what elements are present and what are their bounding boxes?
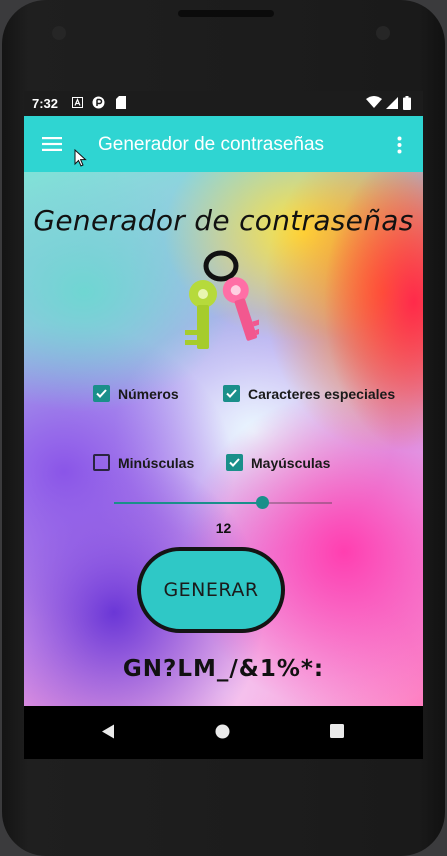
recents-icon[interactable] [330, 724, 344, 738]
device-screen: 7:32 Generador de contraseñas Generador … [24, 91, 423, 759]
sensor-dot [52, 26, 66, 40]
label-caracteres-especiales: Caracteres especiales [248, 386, 396, 402]
main-content: Generador de contraseñas Números Caracte… [24, 172, 423, 706]
more-vert-icon[interactable] [397, 136, 402, 154]
battery-icon [403, 96, 411, 110]
speaker-grille [178, 10, 274, 17]
back-icon[interactable] [101, 724, 115, 739]
p-notification-icon [92, 96, 105, 109]
signal-icon [386, 97, 398, 109]
label-minusculas: Minúsculas [118, 455, 195, 471]
checkmark-icon [229, 458, 240, 467]
length-slider-fill [114, 502, 263, 504]
navigation-bar [24, 706, 423, 759]
app-bar-title: Generador de contraseñas [98, 134, 325, 155]
camera-dot [376, 26, 390, 40]
keys-icon [185, 250, 259, 349]
generated-password: GN?LM_/&1%*: [122, 656, 325, 682]
hamburger-menu-icon[interactable] [42, 137, 62, 151]
sd-card-icon [116, 96, 126, 109]
checkbox-mayusculas[interactable] [226, 454, 243, 471]
generate-button[interactable]: GENERAR [137, 547, 285, 633]
checkbox-numeros[interactable] [93, 385, 110, 402]
label-mayusculas: Mayúsculas [251, 455, 331, 471]
label-numeros: Números [118, 386, 179, 402]
wifi-icon [366, 96, 382, 108]
home-icon[interactable] [215, 724, 230, 739]
a-notification-icon [72, 97, 83, 108]
status-time: 7:32 [32, 96, 59, 111]
checkbox-minusculas[interactable] [93, 454, 110, 471]
app-bar: Generador de contraseñas [24, 116, 423, 172]
checkbox-caracteres-especiales[interactable] [223, 385, 240, 402]
length-value: 12 [215, 520, 232, 536]
status-bar: 7:32 [24, 91, 423, 116]
checkmark-icon [96, 389, 107, 398]
length-slider-thumb[interactable] [255, 496, 269, 509]
mouse-cursor-icon [74, 149, 87, 167]
page-title: Generador de contraseñas [33, 204, 414, 237]
checkmark-icon [226, 389, 237, 398]
